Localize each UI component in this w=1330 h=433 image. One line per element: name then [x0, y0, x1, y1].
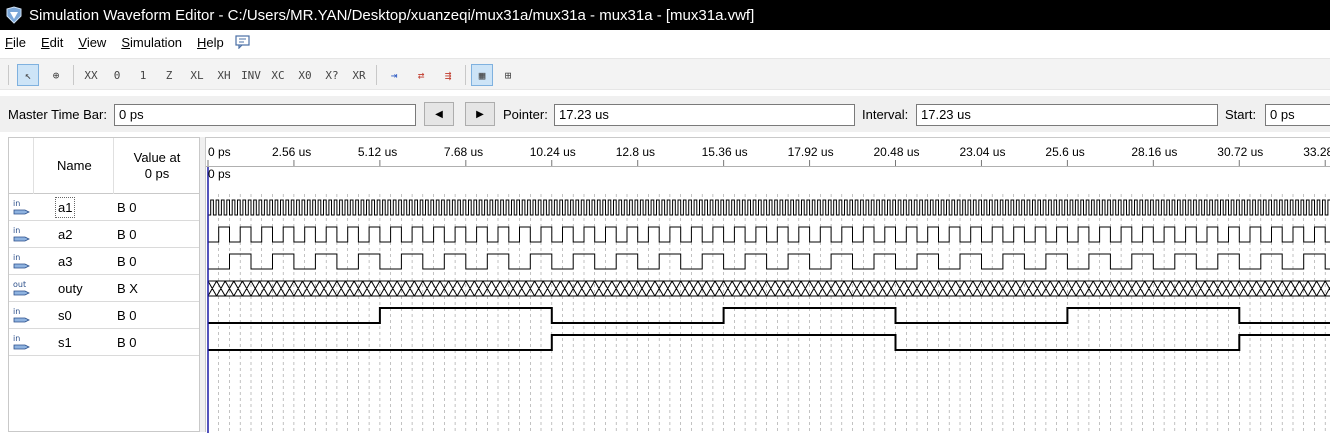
svg-text:in: in: [13, 226, 20, 235]
next-transition-button[interactable]: ▶: [465, 102, 495, 126]
master-time-bar-field[interactable]: 0 ps: [114, 104, 416, 126]
name-column-header: Name: [57, 158, 92, 173]
signal-list-panel: Name Value at 0 ps in a1 B 0 in a2 B 0 i…: [8, 137, 200, 432]
svg-text:out: out: [13, 280, 26, 289]
input-pin-icon: in: [13, 199, 30, 215]
generate-netlist-icon[interactable]: ⇶: [437, 64, 459, 86]
time-tick-label: 5.12 us: [357, 145, 398, 159]
waveform-s1: [208, 334, 1330, 351]
signal-row[interactable]: out outy B X: [9, 275, 199, 302]
random-value-icon[interactable]: XR: [348, 64, 370, 86]
time-tick-label: 20.48 us: [873, 145, 920, 159]
previous-transition-button[interactable]: ◀: [424, 102, 454, 126]
menu-simulation[interactable]: Simulation: [121, 35, 182, 50]
signal-value: B 0: [117, 335, 137, 350]
master-time-bar-label: Master Time Bar:: [8, 107, 107, 122]
run-functional-simulation-icon[interactable]: ⇥: [383, 64, 405, 86]
svg-text:in: in: [13, 253, 20, 262]
input-pin-icon: in: [13, 253, 30, 269]
signal-name: a2: [58, 227, 73, 242]
time-tick-label: 17.92 us: [787, 145, 834, 159]
dont-care-icon[interactable]: X0: [294, 64, 316, 86]
force-high-icon[interactable]: 1: [132, 64, 154, 86]
weak-high-icon[interactable]: XH: [213, 64, 235, 86]
interval-label: Interval:: [862, 107, 909, 122]
svg-text:in: in: [13, 199, 20, 208]
signal-value: B 0: [117, 254, 137, 269]
time-tick-label: 28.16 us: [1131, 145, 1178, 159]
time-tick-label: 15.36 us: [701, 145, 748, 159]
waveform-toolbar: ↖ ⊕ XX 0 1 Z XL XH INV XC X0 X? XR ⇥ ⇄ ⇶…: [0, 58, 1330, 90]
window-title: Simulation Waveform Editor - C:/Users/MR…: [29, 6, 755, 24]
time-tick-label: 10.24 us: [529, 145, 576, 159]
menu-help[interactable]: Help: [197, 35, 224, 50]
zoom-icon[interactable]: ⊕: [45, 64, 67, 86]
signal-row[interactable]: in a3 B 0: [9, 248, 199, 275]
snap-to-grid-icon[interactable]: ▦: [471, 64, 493, 86]
input-pin-icon: in: [13, 226, 30, 242]
pointer-label: Pointer:: [503, 107, 548, 122]
signal-row[interactable]: in a2 B 0: [9, 221, 199, 248]
signal-row[interactable]: in a1 B 0: [9, 194, 199, 221]
signal-row[interactable]: in s0 B 0: [9, 302, 199, 329]
time-tick-label: 2.56 us: [271, 145, 312, 159]
signal-name: s0: [58, 308, 72, 323]
signal-name: a3: [58, 254, 73, 269]
waveform-a2: [208, 226, 1330, 243]
interval-field: 17.23 us: [916, 104, 1218, 126]
time-tick-label: 33.28 us: [1303, 145, 1330, 159]
arbitrary-value-icon[interactable]: X?: [321, 64, 343, 86]
time-tick-label: 7.68 us: [443, 145, 484, 159]
time-tick-label: 23.04 us: [959, 145, 1006, 159]
signal-value: B 0: [117, 227, 137, 242]
waveform-area[interactable]: 0 ps 2.56 us 5.12 us 7.68 us 10.24 us 12.8 us…: [205, 137, 1330, 433]
grid-settings-icon[interactable]: ⊞: [497, 64, 519, 86]
waveform-canvas[interactable]: [206, 138, 1330, 433]
signal-name: s1: [58, 335, 72, 350]
cursor-label: 0 ps: [208, 167, 231, 181]
menu-bar: File Edit View Simulation Help: [0, 30, 1330, 54]
uninitialized-icon[interactable]: XX: [80, 64, 102, 86]
high-impedance-icon[interactable]: Z: [158, 64, 180, 86]
force-low-icon[interactable]: 0: [106, 64, 128, 86]
start-field: 0 ps: [1265, 104, 1330, 126]
time-scale-baseline: [206, 166, 1330, 167]
waveform-a3: [208, 253, 1330, 270]
signal-name: outy: [58, 281, 83, 296]
input-pin-icon: in: [13, 334, 30, 350]
start-label: Start:: [1225, 107, 1257, 122]
signal-value: B 0: [117, 308, 137, 323]
input-pin-icon: in: [13, 307, 30, 323]
waveform-s0: [208, 307, 1330, 324]
signal-name: a1: [54, 197, 76, 218]
pointer-field: 17.23 us: [554, 104, 855, 126]
run-timing-simulation-icon[interactable]: ⇄: [410, 64, 432, 86]
time-tick-label: 30.72 us: [1217, 145, 1264, 159]
signal-value: B X: [117, 281, 138, 296]
signal-value: B 0: [117, 200, 137, 215]
output-pin-icon: out: [13, 280, 30, 296]
time-bar: Master Time Bar: 0 ps ◀ ▶ Pointer: 17.23…: [0, 96, 1330, 132]
invert-icon[interactable]: INV: [240, 64, 262, 86]
title-bar: Simulation Waveform Editor - C:/Users/MR…: [0, 0, 1330, 30]
count-value-icon[interactable]: XC: [267, 64, 289, 86]
weak-low-icon[interactable]: XL: [186, 64, 208, 86]
time-tick-label: 0 ps: [208, 145, 231, 159]
value-column-header: Value at 0 ps: [133, 150, 181, 181]
feedback-icon[interactable]: [235, 35, 251, 49]
signal-list-header: Name Value at 0 ps: [9, 138, 199, 194]
quartus-app-icon: [6, 6, 22, 24]
menu-view[interactable]: View: [78, 35, 106, 50]
waveform-outy: [207, 280, 1330, 297]
menu-file[interactable]: File: [5, 35, 26, 50]
time-tick-label: 25.6 us: [1045, 145, 1085, 159]
svg-text:in: in: [13, 334, 20, 343]
signal-row[interactable]: in s1 B 0: [9, 329, 199, 356]
menu-edit[interactable]: Edit: [41, 35, 63, 50]
waveform-a1: [208, 199, 1330, 216]
svg-text:in: in: [13, 307, 20, 316]
time-tick-label: 12.8 us: [615, 145, 656, 159]
select-arrow-icon[interactable]: ↖: [17, 64, 39, 86]
